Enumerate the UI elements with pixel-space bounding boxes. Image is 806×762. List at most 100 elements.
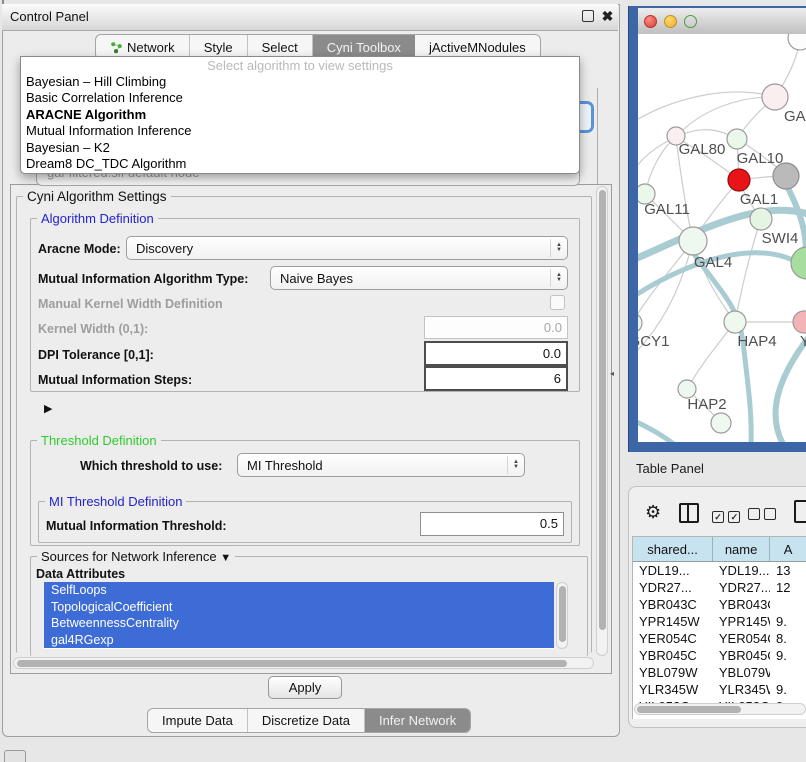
network-edge-highlighted[interactable]	[776, 338, 806, 442]
network-node-hap4[interactable]	[724, 311, 746, 333]
column-header-a[interactable]: A	[770, 537, 806, 561]
deselect-all-columns-icon[interactable]	[748, 507, 776, 525]
table-cell: YBL079W	[713, 664, 770, 681]
table-cell: YDL19...	[713, 562, 770, 579]
select-all-columns-icon[interactable]: ✓ ✓	[712, 507, 740, 525]
close-panel-icon[interactable]: ✖	[601, 10, 614, 23]
network-node-gcy1[interactable]	[638, 313, 642, 333]
network-node-gal10[interactable]	[727, 129, 747, 149]
table-row[interactable]: YDR27...YDR27...12	[633, 579, 806, 596]
network-node-gal4[interactable]	[679, 227, 707, 255]
table-row[interactable]: YPR145WYPR145W9.	[633, 613, 806, 630]
panel-edge-line	[597, 88, 598, 184]
network-edge[interactable]	[638, 92, 775, 125]
data-attributes-list[interactable]: SelfLoopsTopologicalCoefficientBetweenne…	[44, 582, 554, 649]
collapsed-panel-button[interactable]	[4, 750, 26, 762]
mi-steps-input[interactable]: 6	[424, 366, 568, 391]
dropdown-item-mutual-information-inference[interactable]: Mutual Information Inference	[21, 123, 579, 139]
table-header-row[interactable]: shared...nameA	[633, 537, 806, 562]
table-panel-title: Table Panel	[636, 461, 704, 476]
node-table[interactable]: shared...nameA YDL19...YDL19...13YDR27..…	[632, 536, 806, 719]
table-cell: 8.	[770, 630, 806, 647]
tab-discretize-data[interactable]: Discretize Data	[248, 709, 365, 732]
network-node[interactable]	[791, 247, 806, 279]
table-cell: YER054C	[713, 630, 770, 647]
hub-definition-toggle[interactable]: ▶	[36, 400, 52, 415]
attribute-item-gal4rgexp[interactable]: gal4RGexp	[44, 632, 554, 649]
table-cell: YER054C	[633, 630, 713, 647]
table-cell: YBL079W	[633, 664, 713, 681]
table-cell: 12	[770, 579, 806, 596]
kernel-width-input[interactable]: 0.0	[424, 316, 568, 339]
dpi-tolerance-label: DPI Tolerance [0,1]:	[38, 348, 154, 362]
table-row[interactable]: YBR045CYBR045C9.	[633, 647, 806, 664]
dropdown-item-basic-correlation-inference[interactable]: Basic Correlation Inference	[21, 90, 579, 106]
network-node-swi4[interactable]	[750, 208, 772, 230]
column-header-name[interactable]: name	[713, 537, 770, 561]
node-label-gal80: GAL80	[679, 141, 726, 158]
aracne-mode-combo[interactable]: Discovery ▲▼	[126, 236, 568, 260]
columns-layout-icon[interactable]	[679, 503, 699, 523]
which-threshold-label: Which threshold to use:	[80, 459, 222, 473]
settings-horizontal-scrollbar[interactable]	[13, 657, 594, 669]
mi-threshold-input[interactable]: 0.5	[420, 512, 564, 536]
network-node[interactable]	[711, 413, 731, 433]
sources-group-title: Sources for Network Inference ▼	[37, 549, 235, 564]
table-cell: 13	[770, 562, 806, 579]
network-node-gal[interactable]	[762, 84, 788, 110]
network-edge[interactable]	[676, 97, 775, 137]
control-panel-title: Control Panel	[10, 4, 89, 30]
dpi-tolerance-input[interactable]: 0.0	[424, 341, 568, 366]
attribute-item-betweennesscentrality[interactable]: BetweennessCentrality	[44, 615, 554, 632]
tab-infer-network[interactable]: Infer Network	[365, 709, 470, 732]
table-body[interactable]: YDL19...YDL19...13YDR27...YDR27...12YBR0…	[633, 562, 806, 715]
divider-grip-icon[interactable]: ◂	[610, 369, 614, 378]
minimize-window-icon[interactable]	[664, 15, 677, 28]
gear-icon[interactable]: ⚙	[645, 502, 661, 523]
combo-stepper-icon: ▲▼	[550, 269, 567, 287]
document-icon[interactable]	[794, 500, 806, 523]
network-edge[interactable]	[687, 322, 735, 389]
network-node[interactable]	[788, 34, 806, 50]
mi-type-combo[interactable]: Naive Bayes ▲▼	[270, 266, 568, 290]
column-header-shared-[interactable]: shared...	[633, 537, 713, 561]
table-cell: YDL19...	[633, 562, 713, 579]
mi-steps-label: Mutual Information Steps:	[38, 373, 192, 387]
dropdown-item-list: Bayesian – Hill ClimbingBasic Correlatio…	[21, 74, 579, 172]
node-label-gal10: GAL10	[737, 150, 784, 167]
which-threshold-combo[interactable]: MI Threshold ▲▼	[237, 453, 525, 477]
table-cell: YBR045C	[713, 647, 770, 664]
tab-label: jActiveMNodules	[429, 40, 526, 55]
manual-kernel-checkbox[interactable]	[550, 295, 565, 310]
table-row[interactable]: YBR043CYBR043C	[633, 596, 806, 613]
table-horizontal-scrollbar[interactable]	[634, 703, 806, 715]
network-canvas[interactable]: GALGAL80GAL10GAL1GAL11SWI4GAL4GCY1HAP4YH…	[638, 34, 806, 442]
dropdown-item-bayesian-k2[interactable]: Bayesian – K2	[21, 140, 579, 156]
network-node[interactable]	[773, 163, 799, 189]
network-node-gal1[interactable]	[728, 169, 750, 191]
attributes-scrollbar[interactable]	[556, 582, 568, 649]
attribute-item-topologicalcoefficient[interactable]: TopologicalCoefficient	[44, 599, 554, 616]
network-window-titlebar[interactable]	[638, 8, 806, 35]
apply-button[interactable]: Apply	[268, 676, 342, 699]
network-node-y[interactable]	[793, 311, 806, 333]
dropdown-item-dream8-dc-tdc-algorithm[interactable]: Dream8 DC_TDC Algorithm	[21, 156, 579, 172]
dropdown-item-bayesian-hill-climbing[interactable]: Bayesian – Hill Climbing	[21, 74, 579, 90]
close-window-icon[interactable]	[644, 15, 657, 28]
dropdown-item-aracne-algorithm[interactable]: ARACNE Algorithm	[21, 107, 579, 123]
network-edge-highlighted[interactable]	[638, 418, 676, 442]
attribute-item-selfloops[interactable]: SelfLoops	[44, 582, 554, 599]
settings-vertical-scrollbar[interactable]	[596, 186, 608, 656]
table-row[interactable]: YBL079WYBL079W	[633, 664, 806, 681]
network-edge[interactable]	[735, 219, 761, 322]
network-edge[interactable]	[638, 137, 676, 182]
focused-combo-fragment	[578, 101, 594, 133]
table-row[interactable]: YLR345WYLR345W9.	[633, 681, 806, 698]
chevron-down-icon[interactable]: ▼	[220, 552, 231, 564]
zoom-window-icon[interactable]	[684, 15, 697, 28]
table-row[interactable]: YER054CYER054C8.	[633, 630, 806, 647]
tab-impute-data[interactable]: Impute Data	[148, 709, 248, 732]
table-row[interactable]: YDL19...YDL19...13	[633, 562, 806, 579]
float-panel-icon[interactable]	[582, 10, 594, 22]
tab-label: Style	[204, 40, 233, 55]
